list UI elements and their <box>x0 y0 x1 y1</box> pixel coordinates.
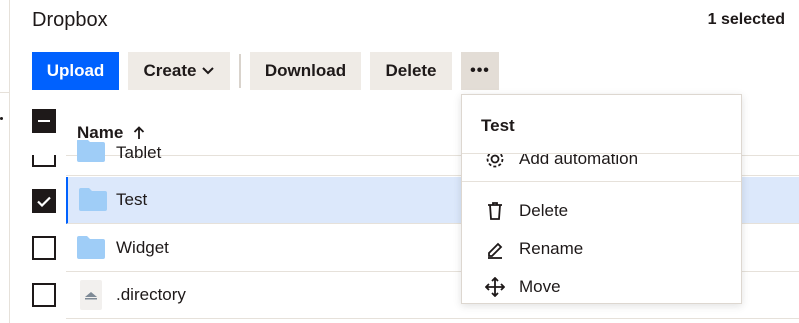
move-arrows-icon <box>484 276 506 298</box>
menu-item-delete[interactable]: Delete <box>462 193 741 229</box>
row-checkbox[interactable] <box>32 155 56 167</box>
minus-icon <box>38 120 50 122</box>
menu-item-move[interactable]: Move <box>462 269 741 303</box>
sidebar-indicator <box>0 117 3 120</box>
checkmark-icon <box>37 196 51 207</box>
create-button-label: Create <box>143 61 197 80</box>
folder-icon <box>77 236 105 259</box>
row-checkbox[interactable] <box>32 236 56 260</box>
upload-button[interactable]: Upload <box>32 52 119 90</box>
menu-item-label: Delete <box>519 201 569 220</box>
row-checkbox[interactable] <box>32 189 56 213</box>
select-all-checkbox[interactable] <box>32 109 56 133</box>
menu-item-add-automation[interactable]: Add automation <box>462 149 741 177</box>
file-icon <box>80 280 102 310</box>
context-menu-title: Test <box>481 116 515 135</box>
row-name: Test <box>116 190 148 209</box>
sidebar-divider <box>0 92 10 93</box>
left-sidebar-edge <box>0 0 10 323</box>
arrow-up-icon <box>134 126 145 139</box>
download-button-label: Download <box>264 61 347 80</box>
chevron-down-icon <box>202 67 215 75</box>
upload-button-label: Upload <box>46 61 105 80</box>
more-actions-button[interactable]: ••• <box>461 52 499 90</box>
menu-divider <box>462 153 741 154</box>
selection-count: 1 selected <box>707 11 785 28</box>
gear-icon <box>484 154 506 170</box>
toolbar-divider <box>239 54 241 88</box>
delete-button[interactable]: Delete <box>370 52 452 90</box>
row-name: Tablet <box>116 143 162 162</box>
create-button[interactable]: Create <box>128 52 230 90</box>
menu-divider <box>462 181 741 182</box>
menu-item-label: Add automation <box>519 149 639 168</box>
context-menu: Test Add automation Delete Rename Move <box>461 94 742 304</box>
menu-item-rename[interactable]: Rename <box>462 231 741 267</box>
folder-icon <box>79 188 107 211</box>
menu-item-label: Move <box>519 277 561 296</box>
trash-icon <box>484 200 506 222</box>
download-button[interactable]: Download <box>250 52 361 90</box>
delete-button-label: Delete <box>385 61 437 80</box>
folder-icon <box>77 140 105 162</box>
row-name: Widget <box>116 238 169 257</box>
page-title: Dropbox <box>32 9 108 31</box>
menu-item-label: Rename <box>519 239 584 258</box>
pencil-icon <box>484 238 506 260</box>
row-checkbox[interactable] <box>32 283 56 307</box>
row-name: .directory <box>116 285 186 304</box>
more-icon: ••• <box>470 62 490 79</box>
